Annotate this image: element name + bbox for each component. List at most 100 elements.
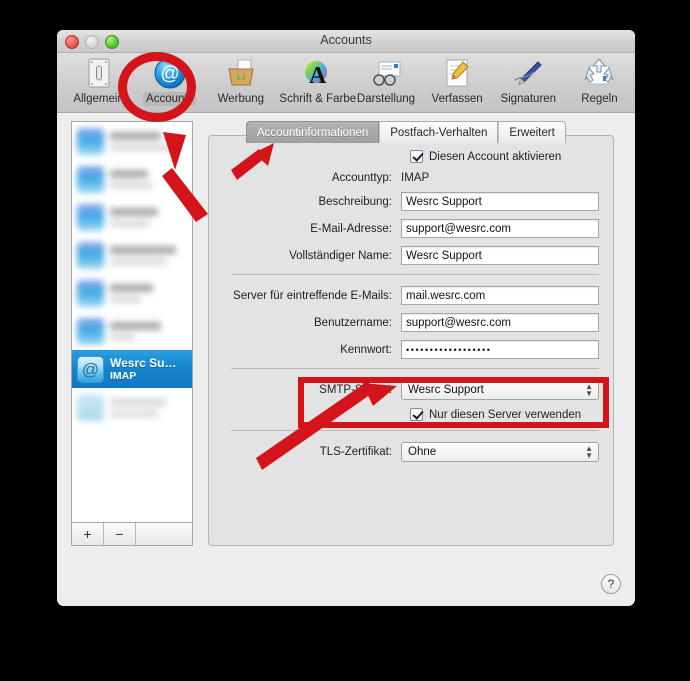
full-name-row: Vollständiger Name: Wesrc Support	[209, 246, 613, 265]
at-sign-icon: @	[134, 57, 205, 89]
list-item[interactable]	[72, 388, 192, 426]
preferences-body: @ Wesrc Su… IMAP + − Accountinformatione…	[57, 113, 635, 606]
at-sign-account-icon: @	[77, 355, 104, 383]
divider-3	[231, 430, 599, 431]
list-item[interactable]	[72, 236, 192, 274]
incoming-server-input[interactable]: mail.wesrc.com	[401, 286, 599, 305]
account-labels	[110, 169, 192, 189]
toolbar-label-accounts: Accounts	[143, 92, 197, 106]
incoming-server-label: Server für eintreffende E-Mails:	[233, 289, 392, 302]
window-titlebar[interactable]: Accounts	[57, 30, 635, 53]
email-label: E-Mail-Adresse:	[310, 222, 392, 235]
account-icon	[77, 317, 104, 345]
screenshot-root: Accounts Allgemein @ Accounts Werbung A …	[0, 0, 690, 681]
help-button[interactable]: ?	[601, 574, 621, 594]
toolbar-item-verfassen[interactable]: Verfassen	[422, 53, 493, 107]
toolbar-item-darstellung[interactable]: Darstellung	[350, 53, 421, 107]
divider-1	[231, 274, 599, 275]
account-type-row: Accounttyp: IMAP	[209, 172, 613, 184]
tls-certificate-value: Ohne	[408, 446, 437, 458]
viewing-glasses-icon	[350, 57, 421, 89]
general-switch-icon	[63, 57, 134, 89]
account-type-value: IMAP	[401, 172, 430, 184]
compose-pencil-icon	[422, 57, 493, 89]
only-this-server-label: Nur diesen Server verwenden	[429, 408, 582, 421]
tab-postfach-verhalten[interactable]: Postfach-Verhalten	[379, 121, 499, 143]
svg-text:A: A	[309, 63, 327, 88]
list-item[interactable]	[72, 312, 192, 350]
tab-erweitert[interactable]: Erweitert	[498, 121, 566, 143]
selected-account-type: IMAP	[110, 369, 137, 382]
account-information-panel: Diesen Account aktivieren Accounttyp: IM…	[208, 135, 614, 546]
toolbar-item-accounts[interactable]: @ Accounts	[134, 53, 205, 107]
toolbar-item-schrift-farbe[interactable]: A Schrift & Farbe	[276, 53, 356, 107]
junk-mail-bin-icon	[205, 57, 276, 89]
svg-text:@: @	[160, 64, 179, 85]
toolbar-label-werbung: Werbung	[217, 93, 265, 105]
account-labels	[110, 397, 192, 417]
accounts-list-footer: + −	[72, 522, 192, 545]
toolbar-item-allgemein[interactable]: Allgemein	[63, 53, 134, 107]
list-item[interactable]	[72, 274, 192, 312]
selected-account-name: Wesrc Su…	[110, 355, 177, 370]
smtp-server-row: SMTP-Server: Wesrc Support ▲ ▼	[209, 380, 613, 400]
tab-accountinformationen[interactable]: Accountinformationen	[246, 121, 380, 143]
divider-2	[231, 368, 599, 369]
only-this-server-row[interactable]: Nur diesen Server verwenden	[209, 408, 613, 421]
signature-pen-icon	[493, 57, 564, 89]
description-input[interactable]: Wesrc Support	[401, 192, 599, 211]
password-label: Kennwort:	[340, 343, 392, 356]
account-type-label: Accounttyp:	[331, 172, 392, 184]
smtp-server-value: Wesrc Support	[408, 384, 484, 396]
footer-spacer	[136, 523, 192, 545]
toolbar-label-signaturen: Signaturen	[500, 93, 557, 105]
smtp-server-label: SMTP-Server:	[319, 384, 392, 396]
username-label: Benutzername:	[314, 316, 392, 329]
account-icon	[77, 279, 104, 307]
window-title: Accounts	[320, 33, 372, 47]
enable-account-label: Diesen Account aktivieren	[429, 150, 562, 163]
email-input[interactable]: support@wesrc.com	[401, 219, 599, 238]
incoming-server-row: Server für eintreffende E-Mails: mail.we…	[209, 286, 613, 305]
tls-certificate-label: TLS-Zertifikat:	[319, 446, 392, 458]
toolbar-item-signaturen[interactable]: Signaturen	[493, 53, 564, 107]
only-this-server-checkbox[interactable]	[410, 408, 423, 421]
list-item[interactable]	[72, 160, 192, 198]
toolbar-label-schrift-farbe: Schrift & Farbe	[279, 93, 357, 105]
tls-certificate-popup[interactable]: Ohne ▲ ▼	[401, 442, 599, 462]
description-label: Beschreibung:	[318, 195, 392, 208]
list-item-selected-account[interactable]: @ Wesrc Su… IMAP	[72, 350, 192, 388]
full-name-input[interactable]: Wesrc Support	[401, 246, 599, 265]
toolbar-label-verfassen: Verfassen	[431, 93, 483, 105]
toolbar-item-werbung[interactable]: Werbung	[205, 53, 276, 107]
account-labels	[110, 207, 192, 227]
add-account-button[interactable]: +	[72, 523, 104, 545]
account-labels	[110, 283, 192, 303]
enable-account-checkbox[interactable]	[410, 150, 423, 163]
account-labels	[110, 245, 192, 265]
accounts-preferences-window: Accounts Allgemein @ Accounts Werbung A …	[57, 30, 635, 606]
username-input[interactable]: support@wesrc.com	[401, 313, 599, 332]
toolbar-label-allgemein: Allgemein	[73, 93, 124, 105]
username-row: Benutzername: support@wesrc.com	[209, 313, 613, 332]
remove-account-button[interactable]: −	[104, 523, 136, 545]
accounts-list[interactable]: @ Wesrc Su… IMAP	[72, 122, 192, 523]
stepper-arrows-icon: ▲ ▼	[585, 444, 593, 460]
toolbar-item-regeln[interactable]: Regeln	[564, 53, 635, 107]
full-name-label: Vollständiger Name:	[289, 249, 392, 262]
account-icon	[77, 165, 104, 193]
accounts-sidebar[interactable]: @ Wesrc Su… IMAP + −	[71, 121, 193, 546]
password-row: Kennwort: ••••••••••••••••••	[209, 340, 613, 359]
smtp-server-popup[interactable]: Wesrc Support ▲ ▼	[401, 380, 599, 400]
password-input[interactable]: ••••••••••••••••••	[401, 340, 599, 359]
account-information-form: Diesen Account aktivieren Accounttyp: IM…	[209, 136, 613, 462]
list-item[interactable]	[72, 198, 192, 236]
rules-arrows-icon	[564, 57, 635, 89]
account-labels	[110, 131, 192, 151]
enable-account-row[interactable]: Diesen Account aktivieren	[209, 150, 613, 163]
stepper-arrows-icon: ▲ ▼	[585, 382, 593, 398]
selected-account-labels: Wesrc Su… IMAP	[110, 356, 176, 383]
toolbar-label-darstellung: Darstellung	[356, 93, 416, 105]
account-icon	[77, 203, 104, 231]
list-item[interactable]	[72, 122, 192, 160]
